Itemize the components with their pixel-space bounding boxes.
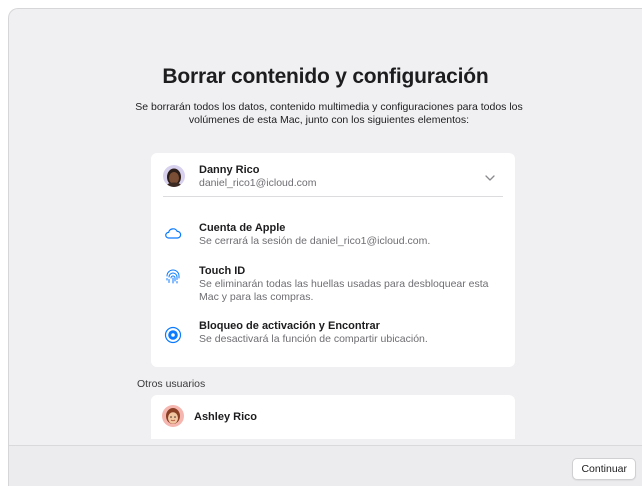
chevron-down-icon[interactable] xyxy=(483,173,497,183)
continue-button[interactable]: Continuar xyxy=(572,458,636,480)
other-user-row: Ashley Rico xyxy=(151,395,515,439)
item-title: Touch ID xyxy=(199,265,246,277)
memoji-avatar-icon xyxy=(162,405,184,427)
cloud-icon xyxy=(165,228,182,239)
item-description: Se cerrará la sesión de daniel_rico1@icl… xyxy=(199,235,431,247)
other-users-label: Otros usuarios xyxy=(137,378,206,390)
item-title: Cuenta de Apple xyxy=(199,222,286,234)
account-name: Danny Rico xyxy=(199,164,260,176)
memoji-avatar-icon xyxy=(163,165,185,187)
fingerprint-icon xyxy=(166,269,180,284)
item-description: Se desactivará la función de compartir u… xyxy=(199,333,428,345)
account-email: daniel_rico1@icloud.com xyxy=(199,177,317,189)
erase-items-card: Danny Rico daniel_rico1@icloud.com Cuent… xyxy=(151,153,515,367)
erase-assistant-window: Borrar contenido y configuración Se borr… xyxy=(8,8,642,486)
find-my-icon xyxy=(164,326,182,344)
page-subtitle: Se borrarán todos los datos, contenido m… xyxy=(135,101,523,126)
footer-bar: Continuar xyxy=(9,445,642,486)
other-user-name: Ashley Rico xyxy=(194,411,257,423)
item-title: Bloqueo de activación y Encontrar xyxy=(199,320,380,332)
page-title: Borrar contenido y configuración xyxy=(162,65,489,88)
account-row[interactable]: Danny Rico daniel_rico1@icloud.com xyxy=(163,161,503,197)
item-description: Se eliminarán todas las huellas usadas p… xyxy=(199,278,489,303)
